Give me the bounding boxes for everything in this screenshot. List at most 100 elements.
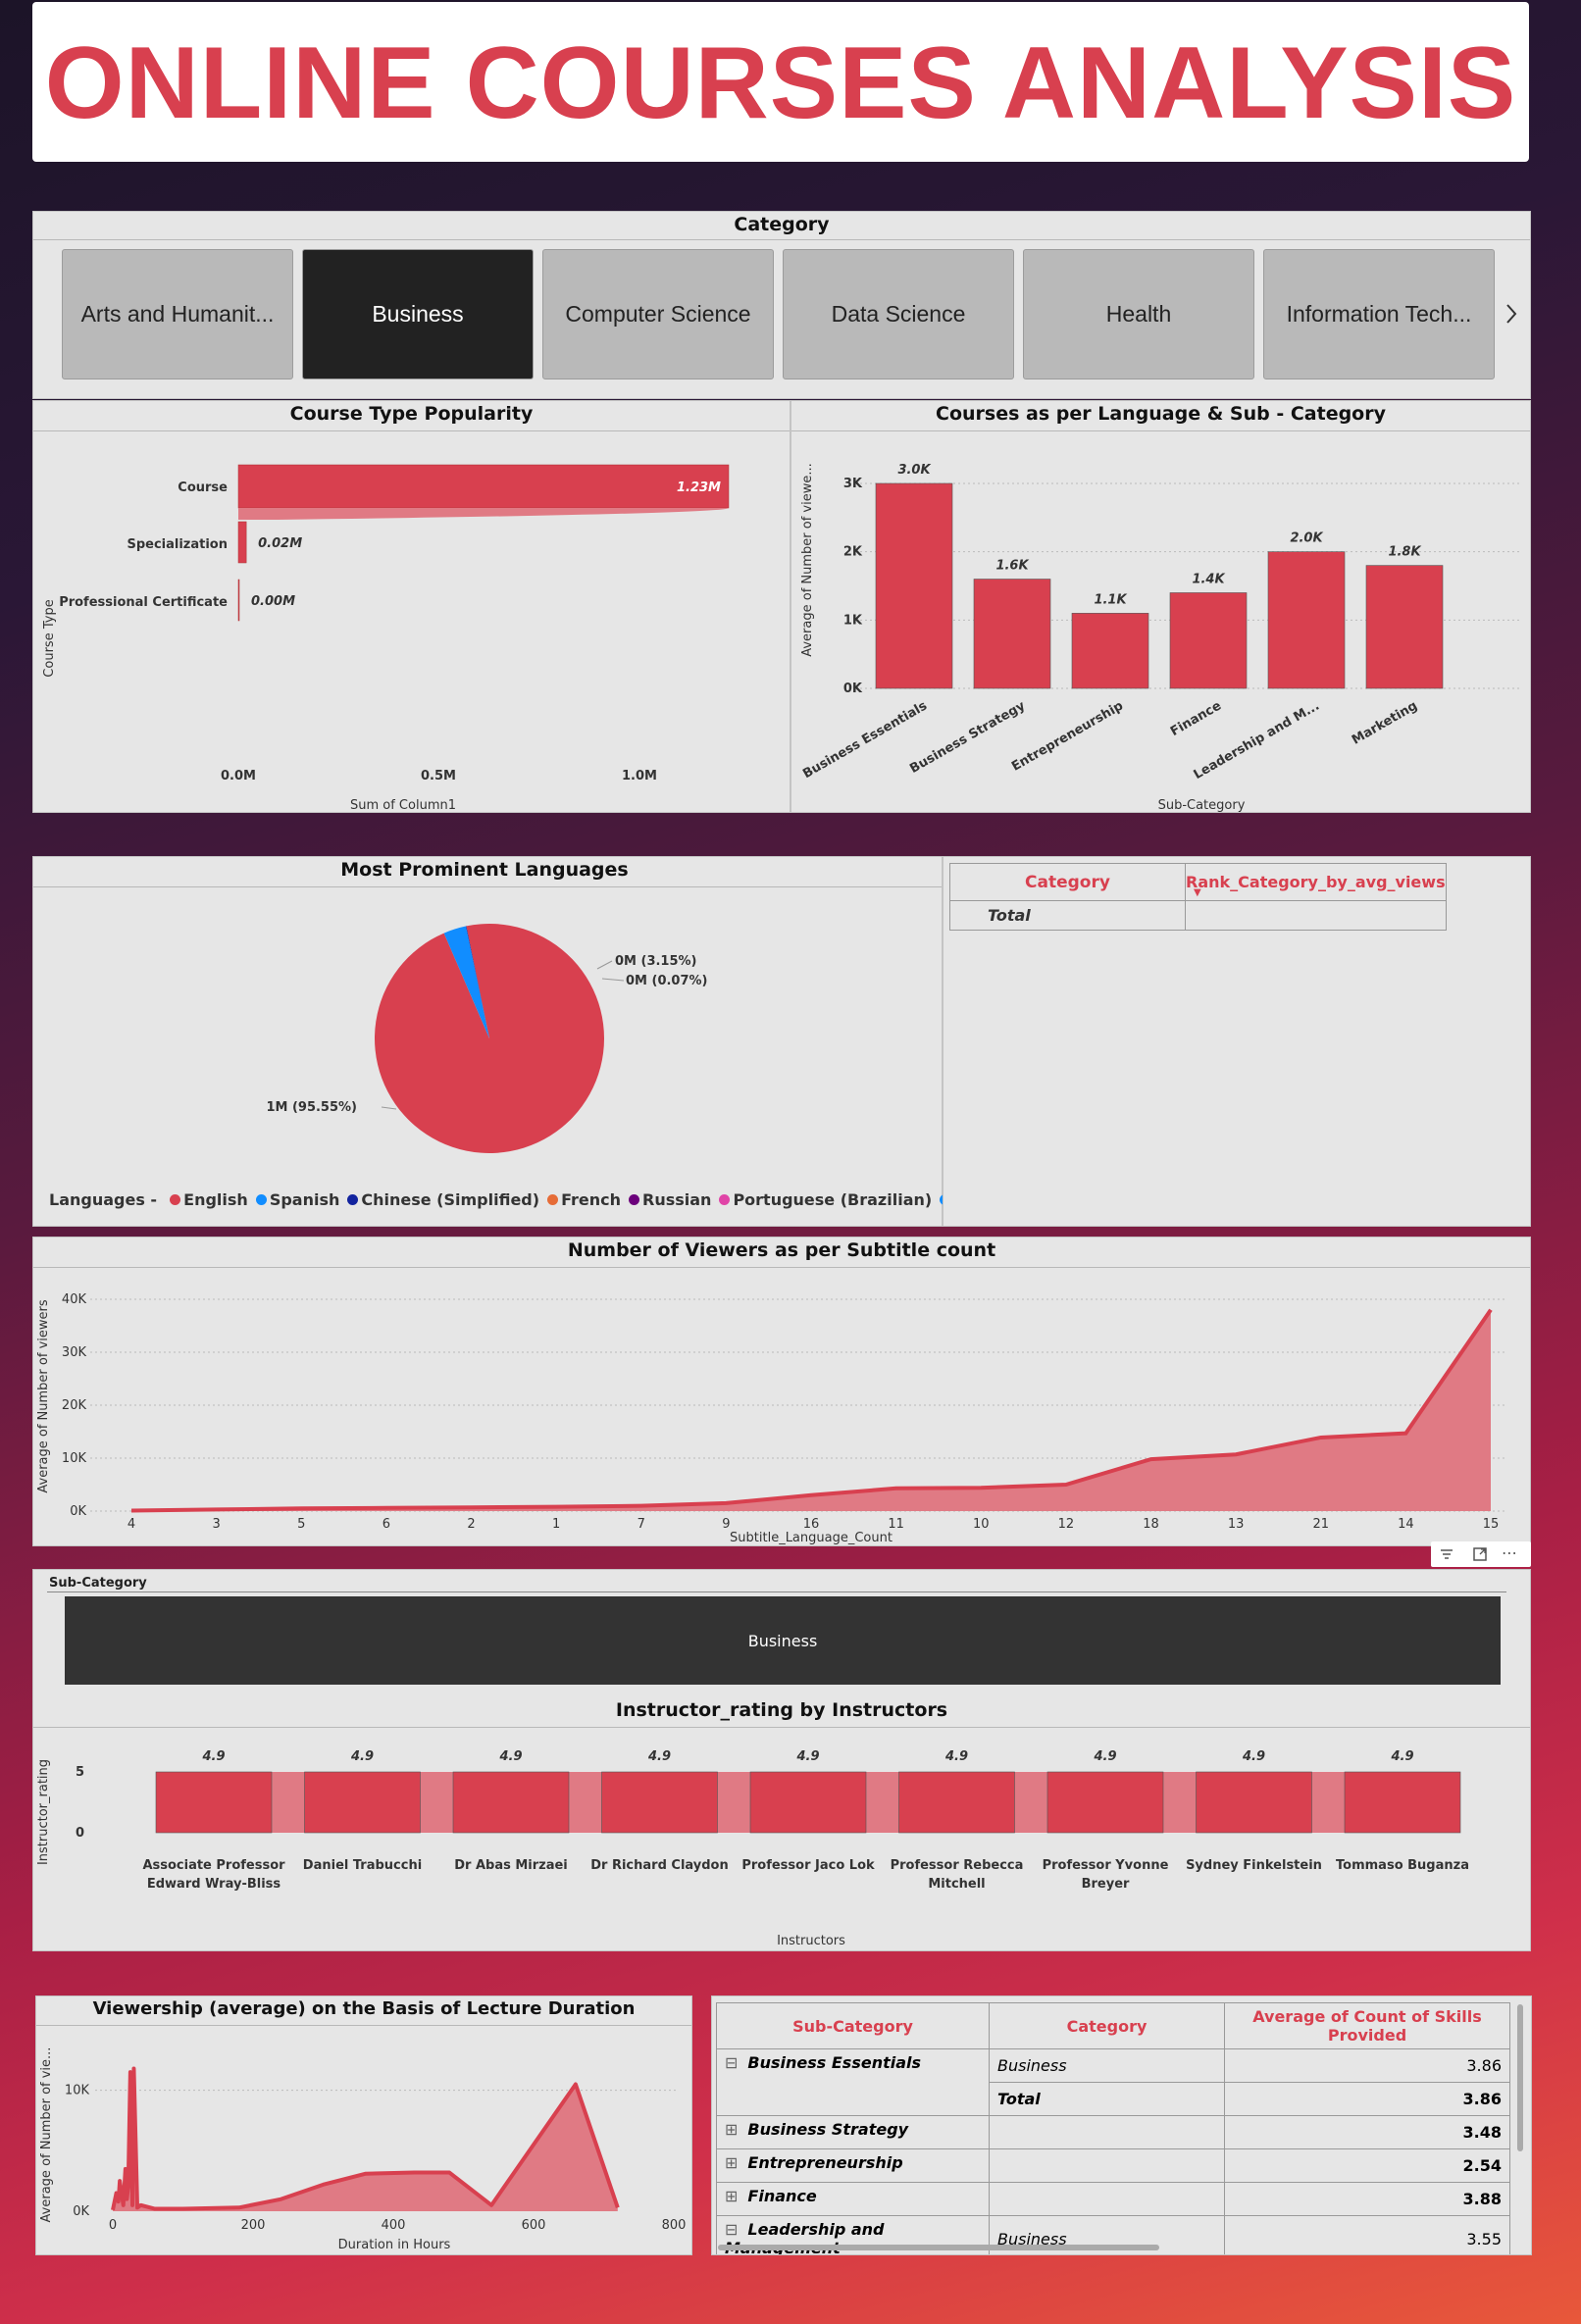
instructor-data-label: 4.9 <box>795 1749 819 1764</box>
lang-subcategory-bar[interactable] <box>1071 613 1149 689</box>
subtitle-xtick: 10 <box>973 1517 990 1532</box>
subtitle-xtick: 18 <box>1143 1517 1159 1532</box>
instructor-name-label: Tommaso Buganza <box>1336 1858 1469 1873</box>
rank-table-header-category[interactable]: Category <box>949 863 1186 901</box>
subtitle-area <box>131 1309 1491 1511</box>
instructor-bar[interactable] <box>749 1771 867 1834</box>
subtitle-panel: Number of Viewers as per Subtitle count … <box>32 1237 1531 1546</box>
course-type-data-label: 1.23M <box>677 480 721 495</box>
rank-table-header-rank[interactable]: Rank_Category_by_avg_views ▼ <box>1185 863 1447 901</box>
course-type-title: Course Type Popularity <box>289 403 534 425</box>
lang-subcategory-bar[interactable] <box>973 579 1051 689</box>
collapse-icon[interactable]: ⊟ <box>725 2053 738 2072</box>
page-title: ONLINE COURSES ANALYSIS <box>44 26 1517 140</box>
instructor-name-label: Professor Yvonne <box>1043 1858 1169 1873</box>
lang-subcategory-ytick: 1K <box>843 613 863 628</box>
instructor-data-label: 4.9 <box>647 1749 671 1764</box>
skills-table-header-subcategory[interactable]: Sub-Category <box>716 2002 990 2049</box>
subtitle-ytick: 30K <box>62 1345 87 1360</box>
subcategory-label: Entrepreneurship <box>747 2153 903 2172</box>
rank-table-total-label: Total <box>949 900 1186 931</box>
duration-ytick: 0K <box>73 2204 89 2219</box>
course-type-xtick: 0.5M <box>421 769 456 783</box>
legend-dot-icon <box>629 1194 639 1205</box>
instructor-bar[interactable] <box>898 1771 1015 1834</box>
instructor-bar[interactable] <box>1344 1771 1461 1834</box>
course-type-bar[interactable] <box>237 579 240 622</box>
table-row[interactable]: ⊟ Business Essentials Business 3.86 <box>716 2048 1510 2116</box>
subcategory-slicer-item-business[interactable]: Business <box>65 1596 1501 1685</box>
duration-ylabel: Average of Number of vie... <box>39 2047 54 2223</box>
instructor-name-label: Professor Jaco Lok <box>741 1858 875 1873</box>
instructor-bar[interactable] <box>304 1771 421 1834</box>
lang-subcategory-data-label: 1.4K <box>1192 572 1225 586</box>
legend-item[interactable]: Russian <box>629 1190 711 1209</box>
legend-label: Chinese (Simplified) <box>361 1190 540 1209</box>
slicer-item-computer-science[interactable]: Computer Science <box>542 249 774 379</box>
subtitle-xtick: 7 <box>638 1517 645 1532</box>
slicer-item-information-tech[interactable]: Information Tech... <box>1263 249 1495 379</box>
visual-header-icons: ⋯ <box>1431 1541 1531 1567</box>
slicer-item-business[interactable]: Business <box>302 249 534 379</box>
course-type-category-label: Course <box>178 480 228 495</box>
lang-subcategory-category-label: Finance <box>1168 698 1224 739</box>
subtitle-xtick: 1 <box>552 1517 560 1532</box>
instructor-data-label: 4.9 <box>1242 1749 1265 1764</box>
lang-subcategory-bar[interactable] <box>1267 551 1346 689</box>
chevron-right-icon[interactable] <box>1501 294 1522 333</box>
horizontal-scrollbar[interactable] <box>718 2245 1159 2250</box>
lang-subcategory-bar[interactable] <box>1365 565 1444 689</box>
focus-mode-icon[interactable] <box>1470 1544 1490 1568</box>
legend-label: English <box>183 1190 248 1209</box>
legend-item[interactable]: French <box>547 1190 621 1209</box>
slicer-item-health[interactable]: Health <box>1023 249 1254 379</box>
course-type-bar[interactable] <box>237 521 247 564</box>
table-cell-value: 3.86 <box>1224 2082 1510 2116</box>
lang-subcategory-ylabel: Average of Number of viewe... <box>800 463 815 657</box>
instructor-name-label: Sydney Finkelstein <box>1186 1858 1322 1873</box>
instructor-bar[interactable] <box>155 1771 273 1834</box>
subtitle-xtick: 15 <box>1483 1517 1500 1532</box>
table-row[interactable]: ⊞ Business Strategy 3.48 <box>716 2115 1510 2149</box>
instructor-bar[interactable] <box>1046 1771 1164 1834</box>
pie-slice[interactable] <box>374 924 604 1153</box>
expand-icon[interactable]: ⊞ <box>725 2120 738 2139</box>
rank-table-total-value <box>1185 900 1447 931</box>
instructor-data-label: 4.9 <box>498 1749 522 1764</box>
instructor-bar[interactable] <box>452 1771 570 1834</box>
skills-table-header-skills[interactable]: Average of Count of Skills Provided <box>1224 2002 1510 2049</box>
legend-item[interactable]: Chinese (Simplified) <box>347 1190 539 1209</box>
slicer-item-arts[interactable]: Arts and Humanit... <box>62 249 293 379</box>
slicer-item-data-science[interactable]: Data Science <box>783 249 1014 379</box>
languages-title: Most Prominent Languages <box>340 859 629 881</box>
instructors-ytick: 5 <box>76 1765 84 1780</box>
lang-subcategory-panel: Courses as per Language & Sub - Category… <box>790 400 1531 813</box>
course-type-bar[interactable] <box>237 464 730 509</box>
instructors-xlabel: Instructors <box>777 1934 845 1948</box>
legend-item[interactable]: English <box>170 1190 248 1209</box>
legend-item[interactable]: Spanish <box>255 1190 339 1209</box>
expand-icon[interactable]: ⊞ <box>725 2187 738 2205</box>
table-row[interactable]: ⊞ Entrepreneurship 2.54 <box>716 2148 1510 2183</box>
lang-subcategory-bar[interactable] <box>875 482 953 689</box>
vertical-scrollbar[interactable] <box>1517 2004 1523 2151</box>
subtitle-chart: 0K10K20K30K40K4 3 5 6 2 1 7 9 16 11 10 12 18 13 21 14 15 <box>62 1292 1504 1532</box>
skills-table-header-category[interactable]: Category <box>989 2002 1225 2049</box>
instructor-bar[interactable] <box>1196 1771 1312 1834</box>
lang-subcategory-bar[interactable] <box>1169 592 1248 689</box>
legend-item[interactable]: Portuguese (Brazilian) <box>719 1190 932 1209</box>
table-row[interactable]: ⊞ Finance 3.88 <box>716 2182 1510 2216</box>
legend-dot-icon <box>719 1194 731 1205</box>
legend-label: Portuguese (Brazilian) <box>733 1190 933 1209</box>
table-cell-category: Business <box>989 2048 1225 2083</box>
more-options-icon[interactable]: ⋯ <box>1502 1544 1517 1562</box>
instructor-name-label: Mitchell <box>928 1877 985 1892</box>
table-cell-subcategory: ⊞ Entrepreneurship <box>716 2148 990 2183</box>
table-cell-subcategory: ⊞ Business Strategy <box>716 2115 990 2149</box>
subcategory-label: Business Strategy <box>747 2120 909 2139</box>
collapse-icon[interactable]: ⊟ <box>725 2220 738 2239</box>
instructor-bar[interactable] <box>601 1771 718 1834</box>
legend-dot-icon <box>255 1194 267 1205</box>
filter-icon[interactable] <box>1437 1544 1456 1568</box>
expand-icon[interactable]: ⊞ <box>725 2153 738 2172</box>
